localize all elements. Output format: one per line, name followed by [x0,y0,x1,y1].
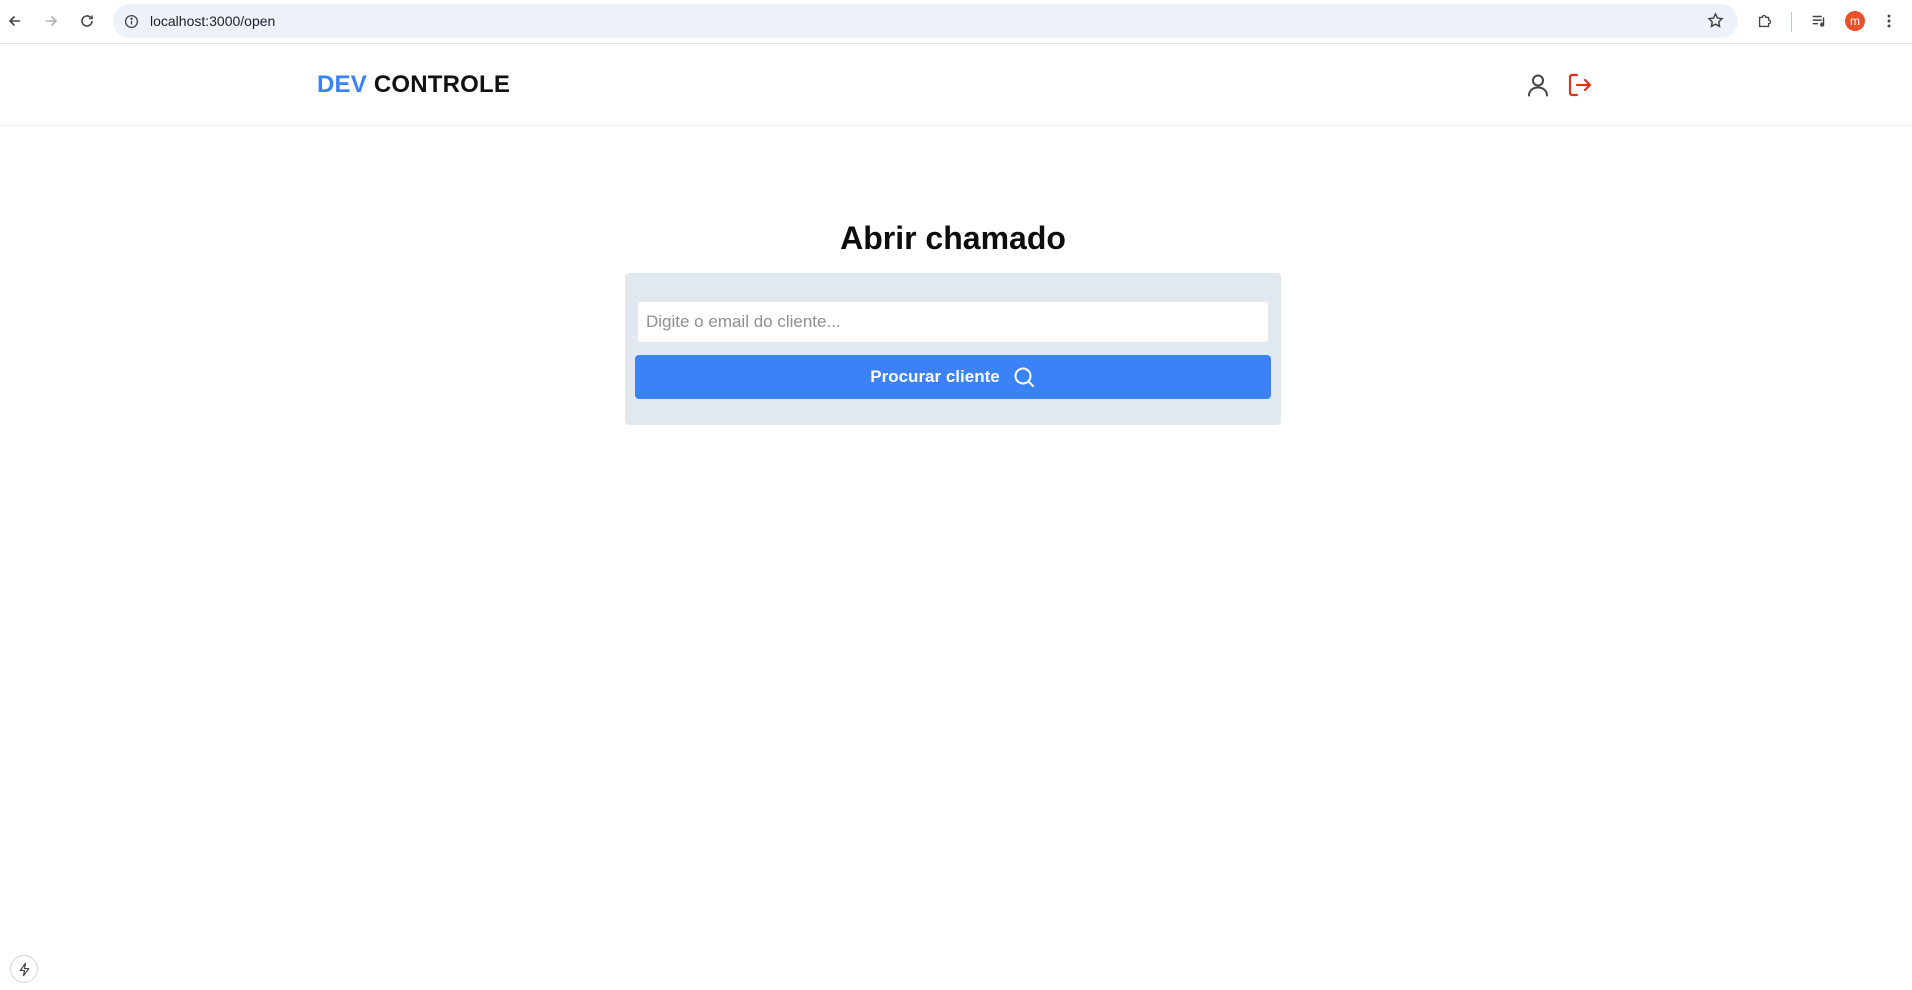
lightning-icon [19,962,29,976]
browser-toolbar: localhost:3000/open m [0,0,1912,44]
search-customer-form: Procurar cliente [625,273,1281,425]
address-bar[interactable]: localhost:3000/open [113,4,1738,38]
puzzle-icon [1758,14,1772,28]
site-info-button[interactable] [122,12,140,30]
app-header: DEV CONTROLE [0,45,1912,126]
search-icon [1014,367,1034,387]
kebab-menu-icon [1887,14,1891,28]
search-button-label: Procurar cliente [870,367,1000,386]
reload-icon [81,15,93,27]
page-title: Abrir chamado [840,220,1066,256]
reload-button[interactable] [76,10,98,32]
browser-menu-button[interactable] [1879,11,1899,31]
logout-icon [1568,73,1592,97]
user-icon [1528,74,1548,97]
brand-logo[interactable]: DEV CONTROLE [317,71,510,99]
media-queue-icon [1812,15,1825,27]
logout-button[interactable] [1566,71,1594,99]
arrow-right-icon [46,15,58,27]
url-text[interactable]: localhost:3000/open [150,13,275,29]
brand-secondary: CONTROLE [373,71,511,98]
profile-avatar[interactable]: m [1845,11,1865,31]
extensions-button[interactable] [1755,11,1775,31]
back-button[interactable] [4,10,26,32]
dev-tools-indicator[interactable] [10,955,38,983]
bookmark-button[interactable] [1707,12,1725,30]
star-icon [1707,12,1724,28]
user-profile-button[interactable] [1524,71,1552,99]
info-icon [124,14,138,28]
forward-button[interactable] [40,10,62,32]
search-customer-button[interactable]: Procurar cliente [635,355,1271,399]
arrow-left-icon [8,15,20,27]
toolbar-divider [1791,12,1792,32]
media-button[interactable] [1809,11,1829,31]
email-field[interactable] [637,301,1269,343]
brand-primary: DEV [317,71,367,98]
